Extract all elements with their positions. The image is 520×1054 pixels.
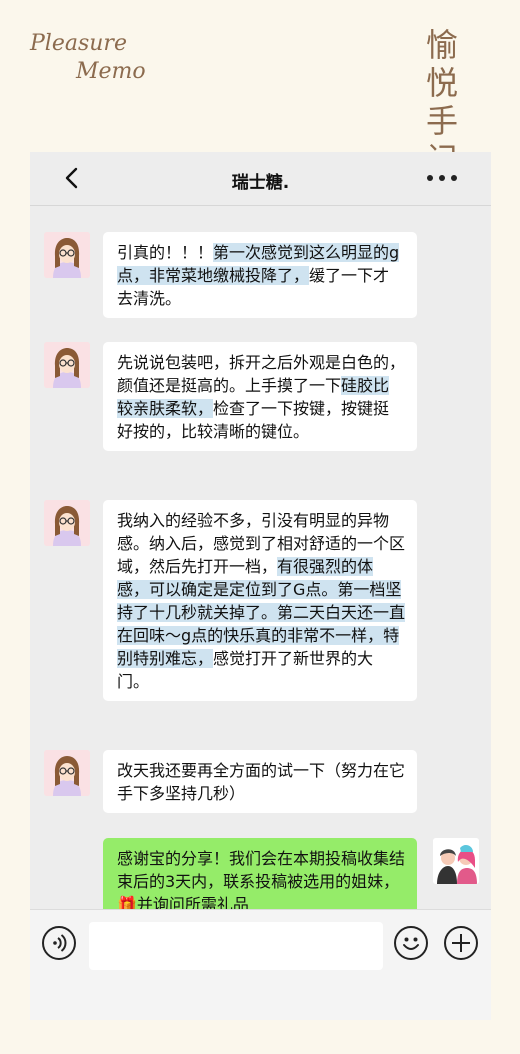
chat-header: 瑞士糖.: [30, 152, 491, 206]
voice-input-icon[interactable]: [42, 926, 76, 960]
message-bubble-4[interactable]: 改天我还要再全方面的试一下（努力在它手下多坚持几秒）: [103, 750, 417, 813]
message-text: 感谢宝的分享！我们会在本期投稿收集结束后的3天内，联系投稿被选用的姐妹，🎁并询问…: [117, 849, 406, 909]
brand-en-line1: Pleasure: [30, 31, 127, 56]
message-text: 改天我还要再全方面的试一下（努力在它手下多坚持几秒）: [117, 761, 406, 803]
chat-window: 瑞士糖. 引真的！！！第一次感觉到这么明显的g点，非常菜地缴械投降了，缓了一下才…: [30, 152, 491, 1020]
message-bubble-2[interactable]: 先说说包装吧，拆开之后外观是白色的，颜值还是挺高的。上手摸了一下硅胶比较亲肤柔软…: [103, 342, 417, 451]
brand-en-line2: Memo: [76, 59, 146, 84]
my-message-bubble[interactable]: 感谢宝的分享！我们会在本期投稿收集结束后的3天内，联系投稿被选用的姐妹，🎁并询问…: [103, 838, 417, 909]
emoji-icon[interactable]: [394, 926, 428, 960]
more-options-icon[interactable]: [427, 168, 463, 188]
message-bubble-3[interactable]: 我纳入的经验不多，引没有明显的异物感。纳入后，感觉到了相对舒适的一个区域，然后先…: [103, 500, 417, 701]
message-bubble-1[interactable]: 引真的！！！第一次感觉到这么明显的g点，非常菜地缴械投降了，缓了一下才去清洗。: [103, 232, 417, 318]
chat-title: 瑞士糖.: [231, 173, 290, 193]
message-input[interactable]: [89, 922, 383, 970]
brand-logo-en: Pleasure Memo: [30, 30, 146, 86]
message-text: 引真的！！！: [117, 243, 214, 262]
user-avatar[interactable]: [44, 750, 90, 796]
user-avatar[interactable]: [44, 500, 90, 546]
my-avatar[interactable]: [433, 838, 479, 884]
brand-cn-line1: 愉悦: [426, 26, 461, 102]
plus-icon[interactable]: [444, 926, 478, 960]
user-avatar[interactable]: [44, 342, 90, 388]
input-toolbar: [30, 909, 491, 1020]
user-avatar[interactable]: [44, 232, 90, 278]
message-list: 引真的！！！第一次感觉到这么明显的g点，非常菜地缴械投降了，缓了一下才去清洗。 …: [30, 207, 491, 909]
